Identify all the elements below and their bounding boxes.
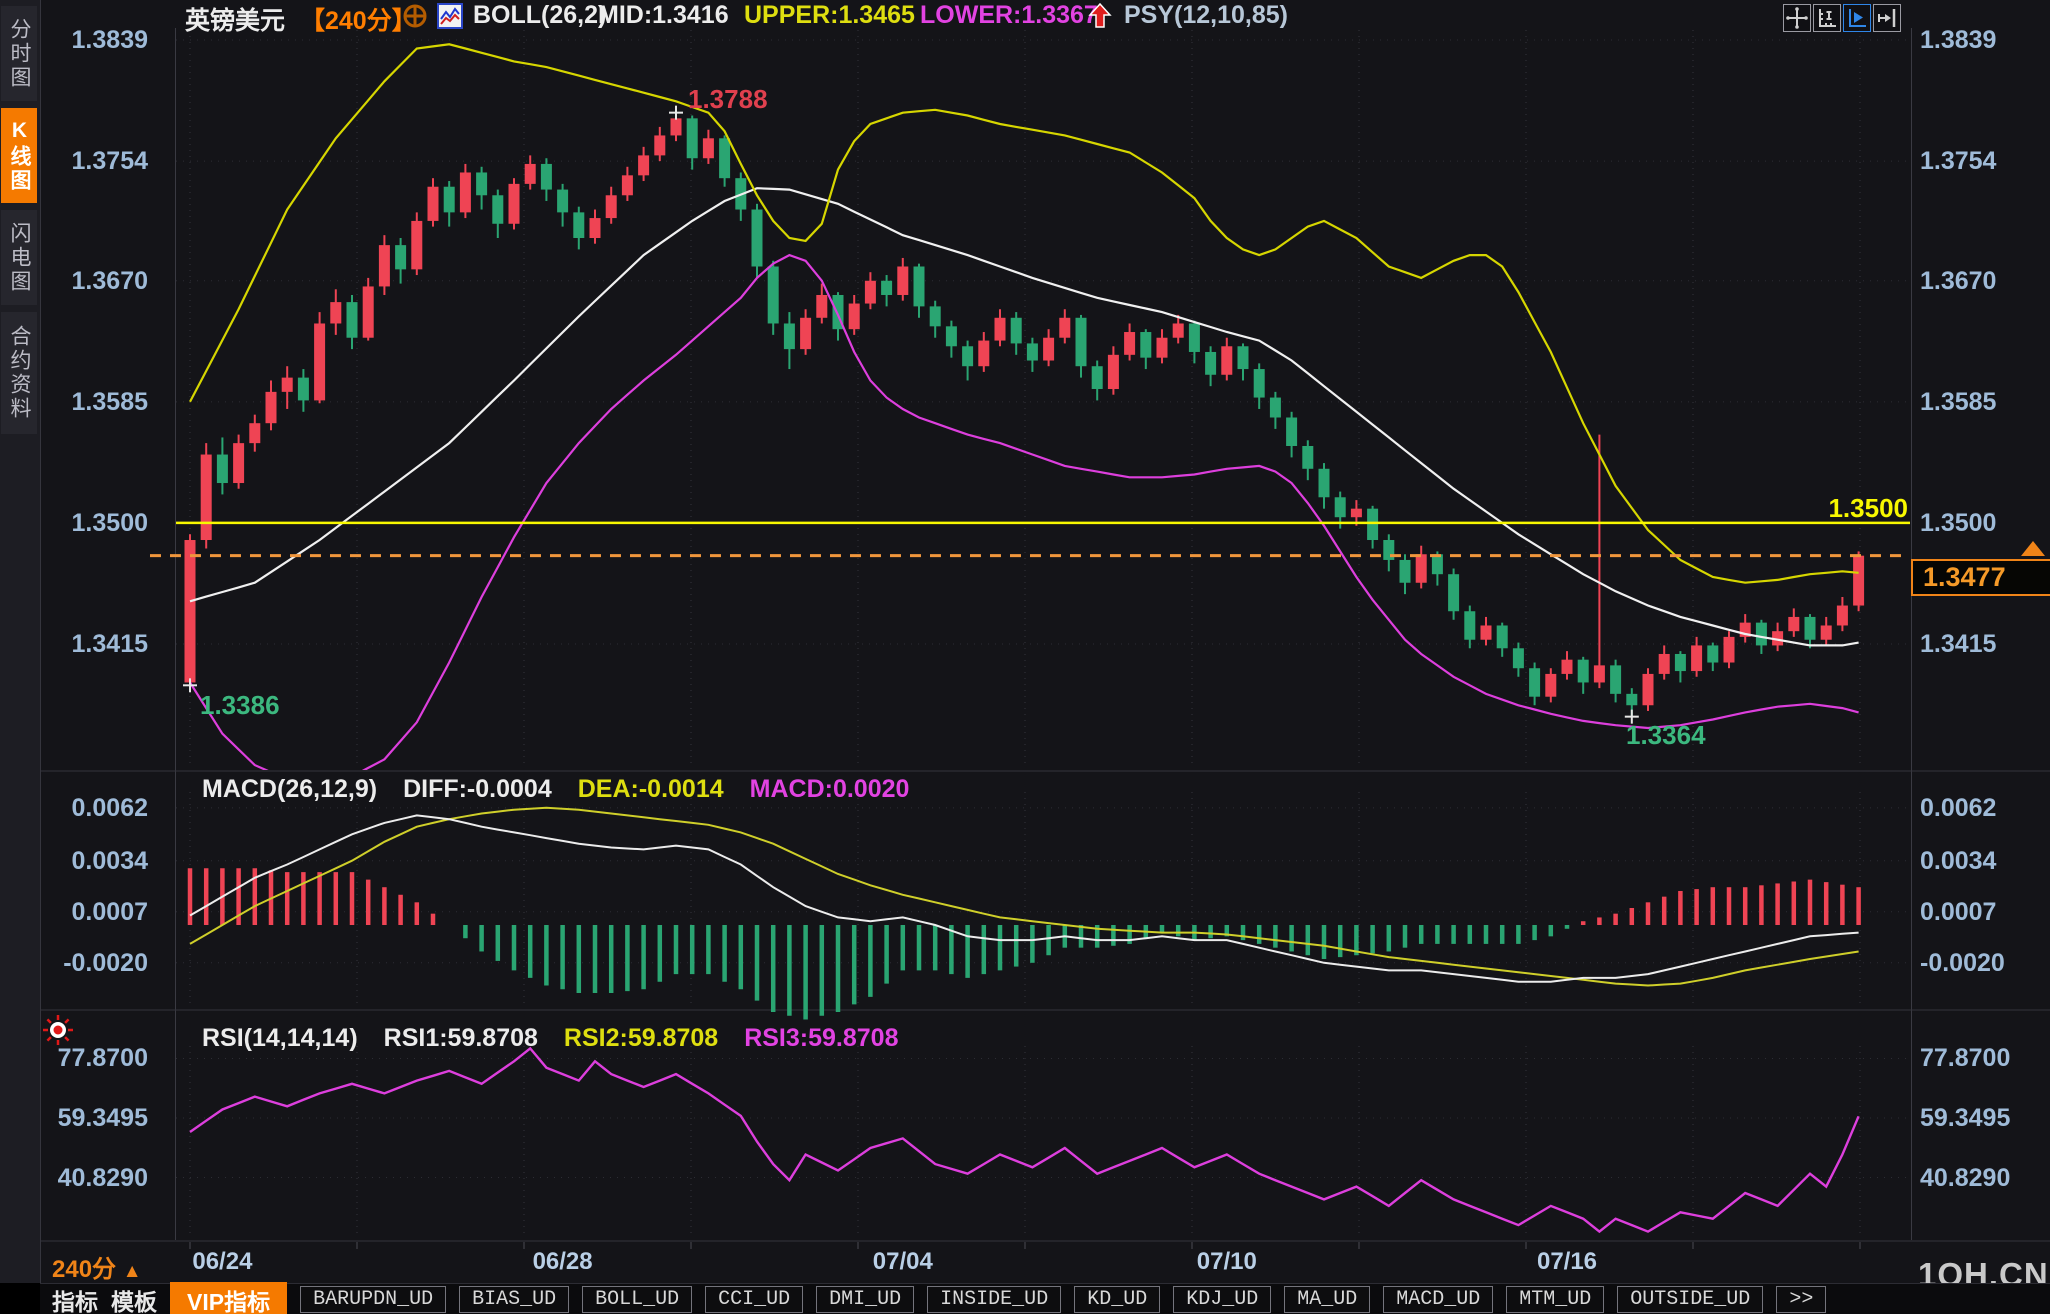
date-axis: 06/24 06/28 07/04 07/10 07/16	[0, 1248, 2050, 1278]
axis-tick-label: 0.0007	[1920, 898, 2050, 927]
boll-mid-value: MID:1.3416	[598, 1, 729, 30]
axis-tick-label: 59.3495	[1920, 1104, 2050, 1133]
axis-tick-label: 1.3415	[38, 630, 148, 659]
tab-[interactable]: 指标	[52, 1283, 98, 1314]
axis-tick-label: 1.3670	[1920, 267, 2050, 296]
low-price-annotation-2: 1.3364	[1626, 720, 1706, 751]
boll-upper-value: UPPER:1.3465	[744, 1, 915, 30]
tab-barupdn_ud[interactable]: BARUPDN_UD	[300, 1286, 446, 1313]
axis-tick-label: 1.3839	[38, 26, 148, 55]
boll-lower-value: LOWER:1.3367	[920, 1, 1098, 30]
axis-tick-label: 1.3670	[38, 267, 148, 296]
period-badge-label: 240分	[52, 1256, 116, 1283]
axis-tick-label: 1.3839	[1920, 26, 2050, 55]
axis-tick-label: 0.0062	[38, 794, 148, 823]
playback-tool-icon[interactable]	[1843, 4, 1871, 32]
axis-tick-label: 1.3754	[38, 147, 148, 176]
current-price-box: 1.3477	[1911, 559, 2050, 596]
pan-tool-icon[interactable]	[1783, 4, 1811, 32]
alert-burst-icon[interactable]	[40, 1012, 76, 1053]
axis-tick-label: 0.0034	[38, 847, 148, 876]
tab-vip[interactable]: VIP指标	[170, 1282, 287, 1314]
psy-signal-arrow-icon	[1086, 2, 1114, 35]
rsi1-value: RSI1:59.8708	[384, 1024, 538, 1053]
psy-indicator-label: PSY(12,10,85)	[1124, 1, 1288, 30]
snap-right-icon[interactable]	[1873, 4, 1901, 32]
date-tick-label: 06/28	[533, 1248, 593, 1276]
date-tick-label: 06/24	[192, 1248, 252, 1276]
tab-ma_ud[interactable]: MA_UD	[1284, 1286, 1370, 1313]
axis-tick-label: 77.8700	[1920, 1044, 2050, 1073]
tab-mtm_ud[interactable]: MTM_UD	[1506, 1286, 1604, 1313]
axis-tick-label: 0.0034	[1920, 847, 2050, 876]
tab-kdj_ud[interactable]: KDJ_UD	[1173, 1286, 1271, 1313]
axis-tick-label: 40.8290	[1920, 1164, 2050, 1193]
axis-tick-label: 40.8290	[38, 1164, 148, 1193]
current-price-arrow-icon	[2021, 541, 2045, 556]
axis-tick-label: 59.3495	[38, 1104, 148, 1133]
tab-outside_ud[interactable]: OUTSIDE_UD	[1617, 1286, 1763, 1313]
sidebar-bottom-block	[0, 1283, 40, 1314]
rsi3-value: RSI3:59.8708	[744, 1024, 898, 1053]
low-price-annotation-1: 1.3386	[200, 690, 280, 721]
axis-scale-icon[interactable]	[1813, 4, 1841, 32]
symbol-title: 英镑美元	[185, 1, 285, 37]
axis-tick-label: 1.3500	[38, 509, 148, 538]
macd-value: MACD:0.0020	[750, 775, 910, 804]
rsi-header-row: RSI(14,14,14) RSI1:59.8708 RSI2:59.8708 …	[202, 1024, 898, 1053]
tab-dmi_ud[interactable]: DMI_UD	[816, 1286, 914, 1313]
tab-[interactable]: 模板	[111, 1283, 157, 1314]
horizontal-line-label: 1.3500	[1728, 493, 1908, 524]
period-badge[interactable]: 240分 ▲	[52, 1249, 142, 1284]
indicator-chart-icon[interactable]	[437, 3, 463, 34]
boll-indicator-label: BOLL(26,2)	[473, 1, 606, 30]
high-price-annotation: 1.3788	[688, 84, 768, 115]
macd-diff-value: DIFF:-0.0004	[403, 775, 552, 804]
tab-macd_ud[interactable]: MACD_UD	[1383, 1286, 1493, 1313]
macd-indicator-label: MACD(26,12,9)	[202, 775, 377, 804]
rsi-indicator-label: RSI(14,14,14)	[202, 1024, 358, 1053]
tab-kd_ud[interactable]: KD_UD	[1074, 1286, 1160, 1313]
tab-boll_ud[interactable]: BOLL_UD	[582, 1286, 692, 1313]
rsi2-value: RSI2:59.8708	[564, 1024, 718, 1053]
axis-tick-label: -0.0020	[1920, 949, 2050, 978]
axis-tick-label: 1.3585	[38, 388, 148, 417]
axis-tick-label: 1.3585	[1920, 388, 2050, 417]
axis-tick-label: 0.0007	[38, 898, 148, 927]
add-indicator-icon[interactable]	[402, 3, 428, 34]
tab-bias_ud[interactable]: BIAS_UD	[459, 1286, 569, 1313]
sidebar-item-3[interactable]: 合约资料	[1, 312, 37, 434]
axis-tick-label: -0.0020	[38, 949, 148, 978]
axis-tick-label: 0.0062	[1920, 794, 2050, 823]
date-tick-label: 07/04	[873, 1248, 933, 1276]
tab-cci_ud[interactable]: CCI_UD	[705, 1286, 803, 1313]
period-badge-arrow-icon: ▲	[123, 1261, 142, 1282]
sidebar: 分时图 K线图闪电图合约资料	[0, 0, 41, 1283]
indicator-tab-bar: 指标模板 VIP指标 BARUPDN_UD BIAS_UD BOLL_UD CCI_UD D…	[40, 1283, 2050, 1314]
trading-app-window: 分时图 K线图闪电图合约资料 英镑美元 【240分】 BOLL(26,2) MID…	[0, 0, 2050, 1314]
sidebar-item-0[interactable]: 分时图	[1, 6, 37, 101]
date-tick-label: 07/16	[1537, 1248, 1597, 1276]
tab-[interactable]: >>	[1776, 1286, 1826, 1313]
sidebar-item-2[interactable]: 闪电图	[1, 210, 37, 305]
axis-tick-label: 1.3754	[1920, 147, 2050, 176]
axis-tick-label: 1.3500	[1920, 509, 2050, 538]
macd-dea-value: DEA:-0.0014	[578, 775, 724, 804]
axis-tick-label: 1.3415	[1920, 630, 2050, 659]
period-selector[interactable]: 【240分】	[300, 1, 417, 37]
macd-header-row: MACD(26,12,9) DIFF:-0.0004 DEA:-0.0014 M…	[202, 775, 909, 804]
chart-canvas[interactable]	[0, 0, 2050, 1314]
tab-inside_ud[interactable]: INSIDE_UD	[927, 1286, 1061, 1313]
date-tick-label: 07/10	[1197, 1248, 1257, 1276]
sidebar-item-1[interactable]: K线图	[1, 108, 37, 203]
